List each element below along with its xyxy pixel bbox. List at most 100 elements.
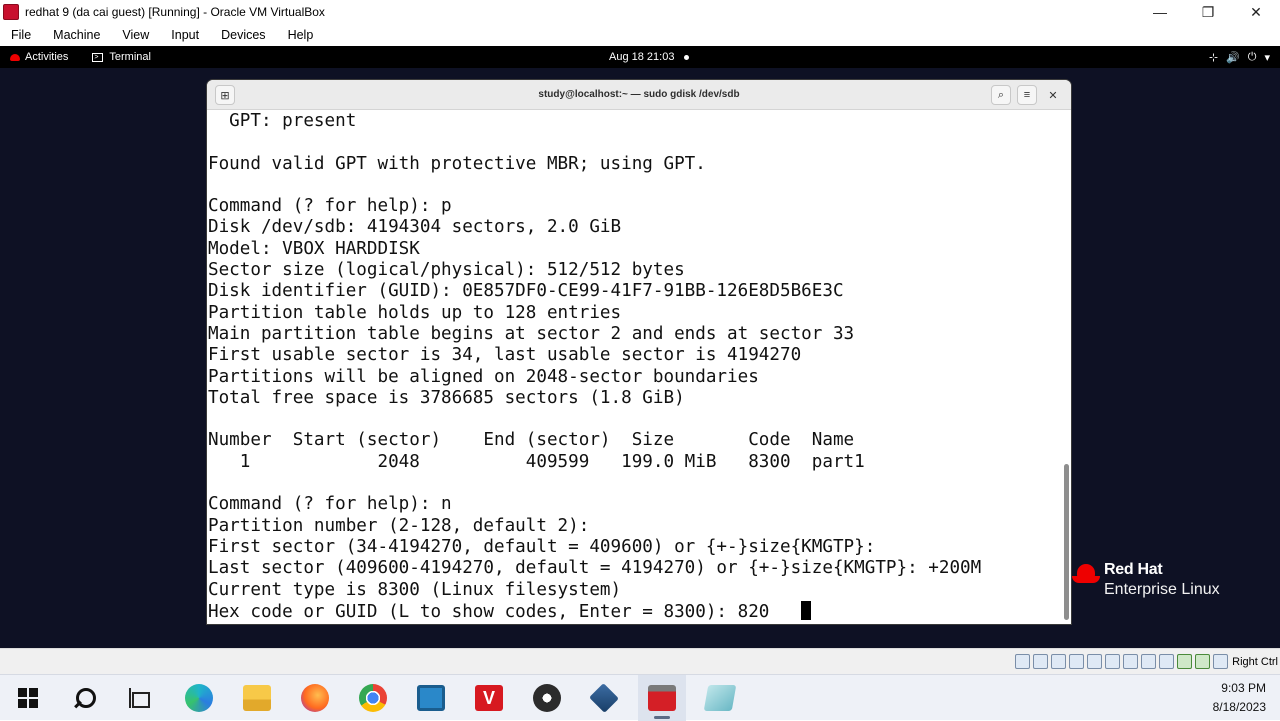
terminal-line: Partitions will be aligned on 2048-secto… [208,366,759,387]
taskbar-app-red-v[interactable]: V [465,675,513,721]
volume-icon: 🔊 [1226,51,1240,64]
menu-devices[interactable]: Devices [210,28,276,42]
terminal-line: Command (? for help): p [208,196,452,217]
tray-clock[interactable]: 9:03 PM 8/18/2023 [1213,679,1266,717]
taskbar-edge[interactable] [175,675,223,721]
taskbar-notepad[interactable] [696,675,744,721]
terminal-line: First usable sector is 34, last usable s… [208,345,802,366]
guest-display[interactable]: Activities > Terminal Aug 18 21:03 ⊹ 🔊 ⏻… [0,46,1280,648]
taskbar-obs[interactable] [523,675,571,721]
taskbar-file-explorer[interactable] [233,675,281,721]
usb-icon[interactable] [1087,654,1103,669]
windows-taskbar: V 9:03 PM 8/18/2023 [0,674,1280,721]
terminal-line: Partition table holds up to 128 entries [208,302,622,323]
recording-icon[interactable] [1159,654,1175,669]
notification-dot-icon [684,54,690,60]
new-tab-icon: ⊞ [220,89,230,102]
terminal-line: Number Start (sector) End (sector) Size … [208,430,855,451]
terminal-line: Found valid GPT with protective MBR; usi… [208,153,706,174]
network-icon: ⊹ [1208,51,1219,64]
cpu-activity-icon[interactable] [1177,654,1193,669]
clock-label: Aug 18 21:03 [609,51,675,63]
task-view-icon [129,688,151,708]
taskbar-chrome[interactable] [349,675,397,721]
gnome-topbar: Activities > Terminal Aug 18 21:03 ⊹ 🔊 ⏻… [0,46,1280,68]
activities-button[interactable]: Activities [0,51,68,63]
taskbar-firefox[interactable] [291,675,339,721]
app-menu-terminal[interactable]: > Terminal [92,51,151,63]
redhat-product-text: Enterprise Linux [1104,581,1220,598]
vbox-titlebar: redhat 9 (da cai guest) [Running] - Orac… [0,0,1280,24]
optical-drive-icon[interactable] [1033,654,1049,669]
terminal-window[interactable]: ⊞ study@localhost:~ — sudo gdisk /dev/sd… [207,80,1071,624]
mouse-integration-icon[interactable] [1195,654,1211,669]
menu-file[interactable]: File [0,28,42,42]
restore-button[interactable]: ❐ [1184,0,1232,24]
redhat-brand-text: Red Hat [1104,561,1163,578]
hard-disk-icon[interactable] [1015,654,1031,669]
video-capture-icon[interactable] [1141,654,1157,669]
terminal-line: 1 2048 409599 199.0 MiB 8300 part1 [208,451,865,472]
terminal-title: study@localhost:~ — sudo gdisk /dev/sdb [538,89,740,100]
taskbar-running-vm[interactable] [638,675,686,721]
terminal-prompt-line[interactable]: Hex code or GUID (L to show codes, Enter… [207,600,1062,622]
terminal-line: Command (? for help): n [208,494,452,515]
vbox-menubar: File Machine View Input Devices Help [0,24,1280,46]
virtualbox-icon [589,683,619,713]
minimize-button[interactable]: — [1136,0,1184,24]
terminal-line: Disk /dev/sdb: 4194304 sectors, 2.0 GiB [208,217,622,238]
menu-input[interactable]: Input [160,28,210,42]
search-button[interactable] [60,675,108,721]
app-menu-label: Terminal [109,51,151,63]
app-blue-icon [417,685,445,711]
task-view-button[interactable] [116,675,164,721]
prompt-text: Hex code or GUID (L to show codes, Enter… [208,601,802,622]
terminal-menu-button[interactable]: ≡ [1017,85,1037,105]
window-title: redhat 9 (da cai guest) [Running] - Orac… [25,5,325,19]
redhat-logo: Red Hat Enterprise Linux [1072,560,1220,600]
terminal-search-button[interactable]: ⌕ [991,85,1011,105]
search-icon [73,687,96,709]
close-button[interactable]: ✕ [1232,0,1280,24]
notepad-icon [703,685,737,711]
start-button[interactable] [4,675,52,721]
display-icon[interactable] [1123,654,1139,669]
terminal-icon: > [92,52,104,62]
chevron-down-icon: ▾ [1264,51,1270,64]
search-icon: ⌕ [997,88,1005,101]
new-tab-button[interactable]: ⊞ [215,85,235,105]
hamburger-menu-icon: ≡ [1023,89,1031,101]
clock[interactable]: Aug 18 21:03 [609,51,690,63]
terminal-line: Partition number (2-128, default 2): [208,515,590,536]
taskbar-app-blue[interactable] [407,675,455,721]
redhat-hat-icon [1072,564,1100,586]
power-icon: ⏻ [1247,50,1257,63]
terminal-close-button[interactable]: ✕ [1043,85,1063,105]
host-key-label: Right Ctrl [1232,655,1278,668]
menu-view[interactable]: View [111,28,160,42]
audio-icon[interactable] [1051,654,1067,669]
menu-help[interactable]: Help [277,28,325,42]
terminal-scrollbar[interactable] [1062,110,1071,624]
shared-folders-icon[interactable] [1105,654,1121,669]
text-cursor [801,600,812,620]
taskbar-virtualbox[interactable] [580,675,628,721]
terminal-output[interactable]: GPT: present Found valid GPT with protec… [207,110,1062,624]
edge-icon [185,684,213,712]
red-v-icon: V [475,685,503,711]
scrollbar-thumb[interactable] [1064,464,1069,620]
terminal-line: Current type is 8300 (Linux filesystem) [208,579,622,600]
terminal-line: Model: VBOX HARDDISK [208,238,420,259]
keyboard-capture-icon[interactable] [1213,654,1229,669]
menu-machine[interactable]: Machine [42,28,111,42]
terminal-line: Disk identifier (GUID): 0E857DF0-CE99-41… [208,281,844,302]
system-menu[interactable]: ⊹ 🔊 ⏻ ▾ [1209,51,1270,64]
terminal-headerbar: ⊞ study@localhost:~ — sudo gdisk /dev/sd… [207,80,1071,110]
network-adapter-icon[interactable] [1069,654,1085,669]
tray-date: 8/18/2023 [1212,700,1266,714]
virtualbox-app-icon [3,4,19,20]
terminal-line: Total free space is 3786685 sectors (1.8… [208,387,685,408]
close-icon: ✕ [1048,89,1058,102]
